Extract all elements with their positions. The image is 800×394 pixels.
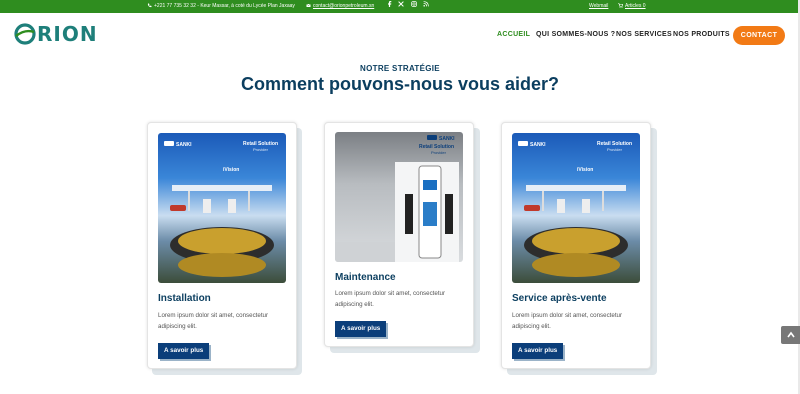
email-link[interactable]: contact@orionpetroleum.sn bbox=[306, 0, 374, 13]
learn-more-button[interactable]: A savoir plus bbox=[512, 343, 564, 359]
scroll-to-top-button[interactable] bbox=[781, 326, 800, 344]
card-title: Installation bbox=[158, 293, 211, 304]
site-logo[interactable]: RION bbox=[14, 22, 98, 46]
station-image: SANKI Retail Solution Provider iVision bbox=[158, 133, 286, 283]
nav-nos-produits[interactable]: NOS PRODUITS bbox=[673, 31, 730, 38]
rss-icon[interactable] bbox=[423, 0, 429, 13]
card-description: Lorem ipsum dolor sit amet, consectetur … bbox=[158, 312, 269, 330]
section-title: Comment pouvons-nous vous aider? bbox=[240, 74, 560, 94]
instagram-icon[interactable] bbox=[411, 0, 417, 13]
orion-logo-icon bbox=[14, 23, 36, 45]
learn-more-button[interactable]: A savoir plus bbox=[335, 321, 387, 337]
cart-icon bbox=[618, 3, 623, 8]
nav-nos-services[interactable]: NOS SERVICES bbox=[616, 31, 672, 38]
service-card-apres-vente: SANKI Retail Solution Provider iVision S… bbox=[501, 122, 651, 369]
service-card-installation: SANKI Retail Solution Provider iVision I… bbox=[147, 122, 297, 369]
facebook-icon[interactable] bbox=[387, 0, 392, 13]
svg-text:iVision: iVision bbox=[577, 167, 593, 173]
service-card-maintenance: SANKI Retail Solution Provider Maintenan… bbox=[324, 122, 474, 347]
x-icon[interactable] bbox=[398, 0, 404, 13]
card-description: Lorem ipsum dolor sit amet, consectetur … bbox=[335, 290, 446, 308]
phone-info: +221 77 735 32 32 - Keur Massar, à coté … bbox=[147, 0, 295, 13]
contact-button[interactable]: CONTACT bbox=[733, 26, 785, 45]
station-image: SANKI Retail Solution Provider iVision bbox=[512, 133, 640, 283]
learn-more-button[interactable]: A savoir plus bbox=[158, 343, 210, 359]
chevron-up-icon bbox=[786, 331, 795, 338]
svg-text:Provider: Provider bbox=[253, 147, 269, 152]
site-header: RION ACCUEIL QUI SOMMES-NOUS ? NOS SERVI… bbox=[0, 13, 800, 58]
svg-text:SANKI: SANKI bbox=[176, 142, 192, 148]
dispenser-image: SANKI Retail Solution Provider bbox=[335, 132, 463, 262]
svg-text:Provider: Provider bbox=[431, 150, 447, 155]
svg-text:SANKI: SANKI bbox=[530, 142, 546, 148]
webmail-link[interactable]: Webmail bbox=[589, 0, 608, 13]
cart-link[interactable]: Articles 0 bbox=[618, 0, 646, 13]
svg-text:iVision: iVision bbox=[223, 167, 239, 173]
card-title: Service après-vente bbox=[512, 293, 607, 304]
card-description: Lorem ipsum dolor sit amet, consectetur … bbox=[512, 312, 623, 330]
nav-accueil[interactable]: ACCUEIL bbox=[497, 31, 530, 38]
card-title: Maintenance bbox=[335, 272, 396, 283]
svg-text:Provider: Provider bbox=[607, 147, 623, 152]
phone-icon bbox=[147, 3, 152, 8]
section-eyebrow: NOTRE STRATÉGIE bbox=[360, 64, 440, 73]
svg-text:SANKI: SANKI bbox=[439, 136, 455, 142]
nav-qui-sommes-nous[interactable]: QUI SOMMES-NOUS ? bbox=[536, 31, 615, 38]
mail-icon bbox=[306, 3, 311, 8]
top-bar: +221 77 735 32 32 - Keur Massar, à coté … bbox=[0, 0, 800, 13]
